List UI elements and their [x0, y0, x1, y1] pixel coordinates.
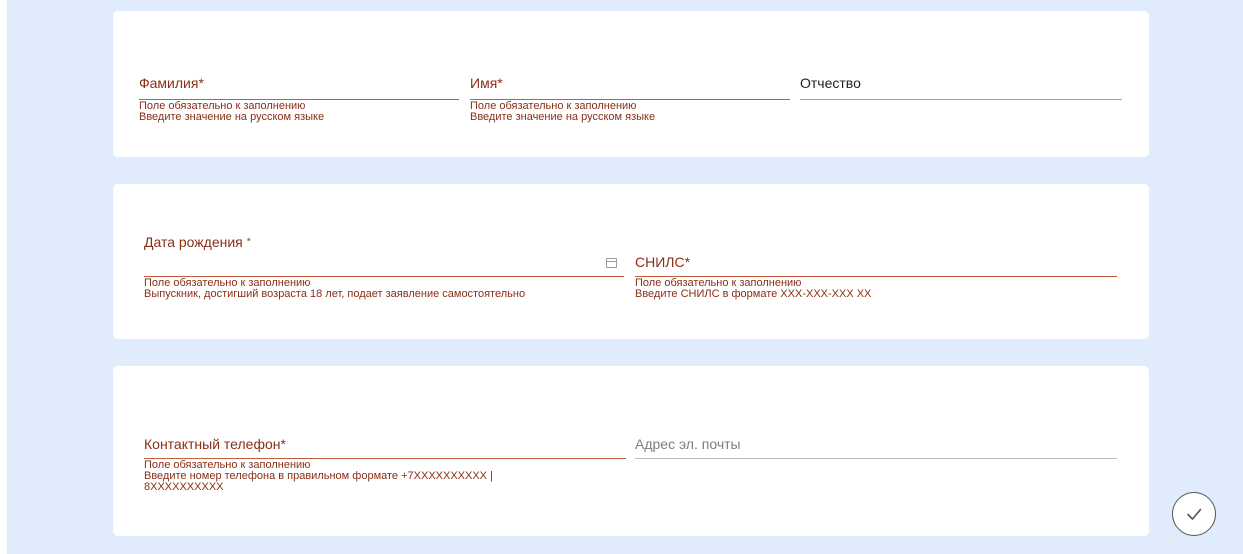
email-field[interactable]: Адрес эл. почты: [635, 434, 1117, 464]
birth-date-label: Дата рождения *: [144, 234, 251, 250]
snils-errors: Поле обязательно к заполнению Введите СН…: [635, 278, 871, 300]
snils-label: СНИЛС*: [635, 254, 691, 270]
birth-date-errors: Поле обязательно к заполнению Выпускник,…: [144, 278, 525, 300]
middle-name-field[interactable]: Отчество: [800, 73, 1122, 103]
first-name-error-language: Введите значение на русском языке: [470, 111, 656, 123]
last-name-errors: Поле обязательно к заполнению Введите зн…: [139, 101, 324, 123]
birth-date-error-age: Выпускник, достигший возраста 18 лет, по…: [144, 288, 526, 300]
last-name-label: Фамилия*: [139, 75, 204, 91]
phone-field[interactable]: Контактный телефон* Поле обязательно к з…: [144, 434, 626, 514]
snils-field[interactable]: СНИЛС* Поле обязательно к заполнению Вве…: [635, 252, 1117, 312]
contacts-section-card: Контактный телефон* Поле обязательно к з…: [113, 366, 1149, 536]
middle-name-input-line[interactable]: [800, 99, 1122, 100]
first-name-errors: Поле обязательно к заполнению Введите зн…: [470, 101, 655, 123]
birth-date-label-text: Дата рождения: [144, 234, 243, 250]
first-name-field[interactable]: Имя* Поле обязательно к заполнению Введи…: [470, 73, 790, 143]
email-label: Адрес эл. почты: [635, 436, 741, 452]
first-name-label: Имя*: [470, 75, 503, 91]
submit-button[interactable]: [1172, 492, 1216, 536]
calendar-icon[interactable]: [606, 258, 617, 268]
identity-section-card: Дата рождения * Поле обязательно к запол…: [113, 184, 1149, 339]
last-name-field[interactable]: Фамилия* Поле обязательно к заполнению В…: [139, 73, 459, 143]
birth-date-field[interactable]: Дата рождения * Поле обязательно к запол…: [144, 232, 624, 312]
phone-error-format-continued: 8XXXXXXXXXX: [144, 481, 224, 493]
snils-error-format: Введите СНИЛС в формате XXX-XXX-XXX XX: [635, 288, 872, 300]
phone-label: Контактный телефон*: [144, 436, 286, 452]
middle-name-label: Отчество: [800, 75, 861, 91]
phone-errors: Поле обязательно к заполнению Введите но…: [144, 460, 493, 493]
email-input-line[interactable]: [635, 458, 1117, 459]
last-name-error-language: Введите значение на русском языке: [139, 111, 325, 123]
name-section-card: Фамилия* Поле обязательно к заполнению В…: [113, 11, 1149, 157]
check-circle-icon: [1187, 508, 1202, 520]
birth-date-required-mark: *: [246, 236, 251, 248]
